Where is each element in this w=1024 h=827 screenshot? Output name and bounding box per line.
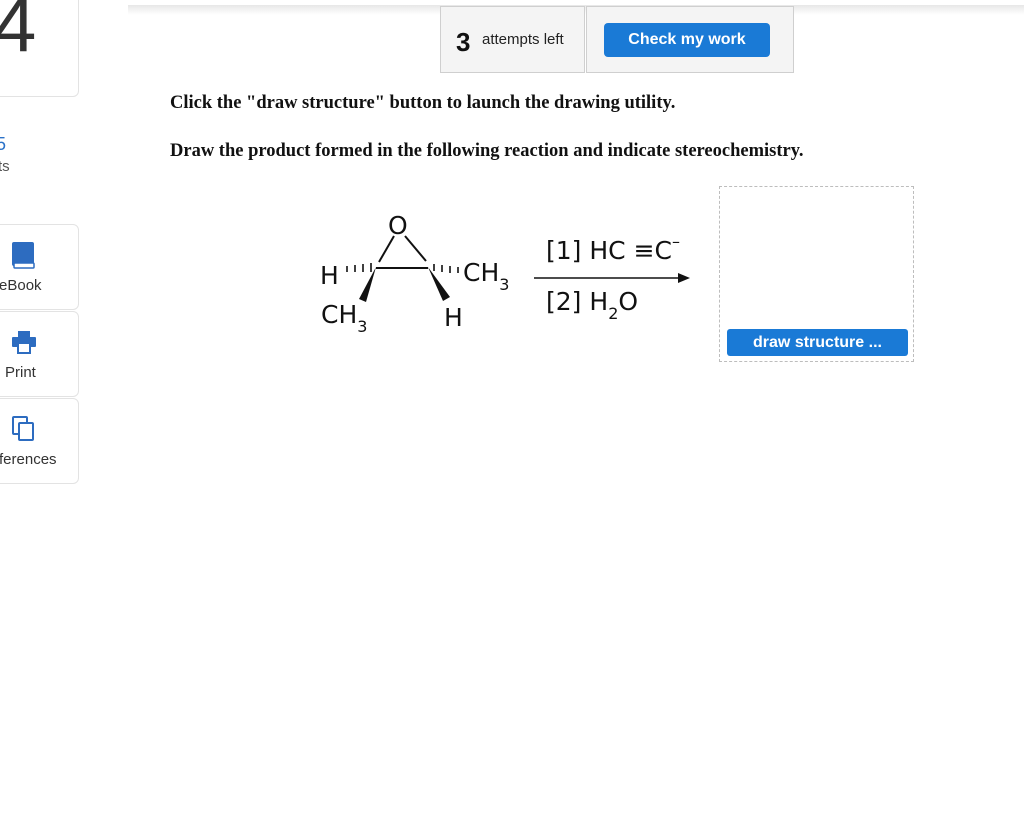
question-number: 4 <box>0 0 37 68</box>
ebook-label: eBook <box>0 277 42 294</box>
print-button[interactable]: Print <box>0 311 79 397</box>
reaction-scheme: O H CH3 CH3 H [1] HC ≡C– [2] H2O <box>310 205 710 345</box>
right-methyl: CH3 <box>463 258 510 294</box>
oxygen-atom: O <box>388 211 408 240</box>
print-label: Print <box>5 364 36 381</box>
references-label: ferences <box>0 451 57 468</box>
draw-structure-button[interactable]: draw structure ... <box>727 329 908 356</box>
book-icon <box>11 241 37 274</box>
instruction-text: Click the "draw structure" button to lau… <box>170 93 676 113</box>
ebook-button[interactable]: eBook <box>0 224 79 310</box>
points-value: 5 <box>0 134 7 154</box>
left-methyl: CH3 <box>321 300 368 336</box>
check-my-work-button[interactable]: Check my work <box>604 23 770 57</box>
attempts-text: attempts left <box>482 31 564 48</box>
question-text: Draw the product formed in the following… <box>170 141 804 161</box>
reagent-step-1: [1] HC ≡C– <box>546 232 680 265</box>
left-hydrogen: H <box>320 261 339 290</box>
question-number-card: 4 <box>0 0 79 97</box>
copy-icon <box>11 415 37 448</box>
epoxide-bonds <box>346 235 690 302</box>
answer-drawing-area[interactable]: draw structure ... <box>719 186 914 362</box>
attempts-count: 3 <box>456 27 471 57</box>
right-hydrogen: H <box>444 303 463 332</box>
points-label: ts <box>0 158 10 175</box>
attempts-panel: 3 attempts left <box>440 6 585 73</box>
check-panel: Check my work <box>586 6 794 73</box>
reagent-step-2: [2] H2O <box>546 287 639 323</box>
references-button[interactable]: ferences <box>0 398 79 484</box>
printer-icon <box>11 328 37 361</box>
